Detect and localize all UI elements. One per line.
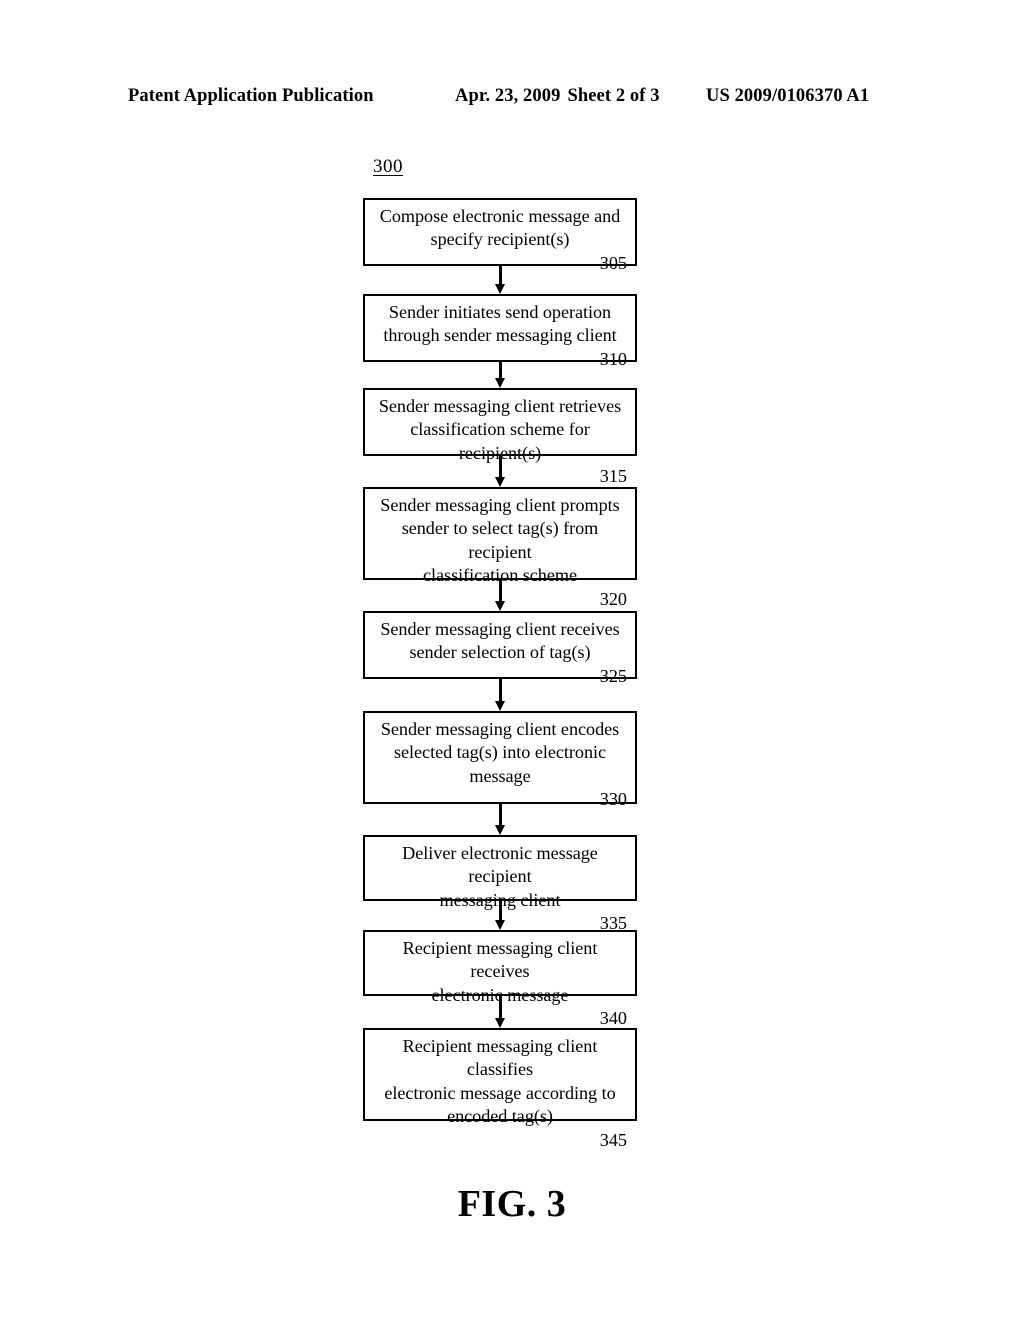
flow-step-330-line-2: selected tag(s) into electronic: [393, 742, 607, 763]
flow-step-305-line-2: specify recipient(s): [430, 229, 570, 250]
flow-step-315-line-1: Sender messaging client retrieves: [378, 396, 622, 416]
arrow-shaft: [499, 266, 502, 284]
flow-step-345-line-2: electronic message according to: [384, 1082, 616, 1103]
flow-step-320: Sender messaging client prompts sender t…: [363, 487, 637, 609]
flow-step-310-line-1: Sender initiates send operation: [388, 302, 612, 322]
connector-arrow-320-to-325: [495, 580, 506, 611]
flow-step-315: Sender messaging client retrieves classi…: [363, 388, 637, 486]
arrow-shaft: [499, 996, 502, 1018]
arrow-shaft: [499, 580, 502, 601]
connector-arrow-335-to-340: [495, 901, 506, 930]
down-arrow-icon: [495, 920, 505, 930]
flow-step-345-number: 345: [599, 1129, 627, 1150]
flow-step-325: Sender messaging client receives sender …: [363, 611, 637, 686]
figure-reference-numeral: 300: [373, 156, 403, 177]
flow-step-345: Recipient messaging client classifies el…: [363, 1028, 637, 1150]
down-arrow-icon: [495, 284, 505, 294]
flow-step-305-line-1: Compose electronic message and: [379, 206, 621, 226]
figure-caption: FIG. 3: [457, 1183, 567, 1225]
connector-arrow-310-to-315: [495, 362, 506, 388]
down-arrow-icon: [495, 477, 505, 487]
flow-step-325-line-1: Sender messaging client receives: [380, 619, 620, 639]
down-arrow-icon: [495, 1018, 505, 1028]
flow-step-310: Sender initiates send operation through …: [363, 294, 637, 369]
flow-step-310-line-2: through sender messaging client: [383, 325, 617, 346]
flow-step-320-line-1: Sender messaging client prompts: [380, 495, 620, 515]
flow-step-330: Sender messaging client encodes selected…: [363, 711, 637, 809]
flow-step-325-line-2: sender selection of tag(s): [409, 642, 591, 663]
down-arrow-icon: [495, 825, 505, 835]
arrow-shaft: [499, 456, 502, 477]
connector-arrow-330-to-335: [495, 804, 506, 835]
arrow-shaft: [499, 804, 502, 825]
connector-arrow-305-to-310: [495, 266, 506, 294]
flow-step-335: Deliver electronic message recipient mes…: [363, 835, 637, 933]
down-arrow-icon: [495, 701, 505, 711]
flow-step-320-line-2: sender to select tag(s) from recipient: [401, 518, 599, 562]
connector-arrow-340-to-345: [495, 996, 506, 1028]
arrow-shaft: [499, 362, 502, 378]
flow-step-335-line-1: Deliver electronic message recipient: [402, 843, 598, 887]
flow-step-305: Compose electronic message and specify r…: [363, 198, 637, 273]
connector-arrow-325-to-330: [495, 679, 506, 711]
flowchart-diagram: 300 Compose electronic message and speci…: [0, 0, 1024, 1320]
connector-arrow-315-to-320: [495, 456, 506, 487]
arrow-shaft: [499, 679, 502, 701]
flow-step-345-line-3: encoded tag(s): [447, 1106, 553, 1127]
flow-step-330-line-3: message: [469, 765, 531, 786]
flow-step-330-line-1: Sender messaging client encodes: [380, 719, 620, 739]
arrow-shaft: [499, 901, 502, 920]
flow-step-340-line-1: Recipient messaging client receives: [402, 938, 598, 982]
flow-step-345-line-1: Recipient messaging client classifies: [402, 1036, 598, 1080]
flow-step-340: Recipient messaging client receives elec…: [363, 930, 637, 1028]
down-arrow-icon: [495, 601, 505, 611]
down-arrow-icon: [495, 378, 505, 388]
